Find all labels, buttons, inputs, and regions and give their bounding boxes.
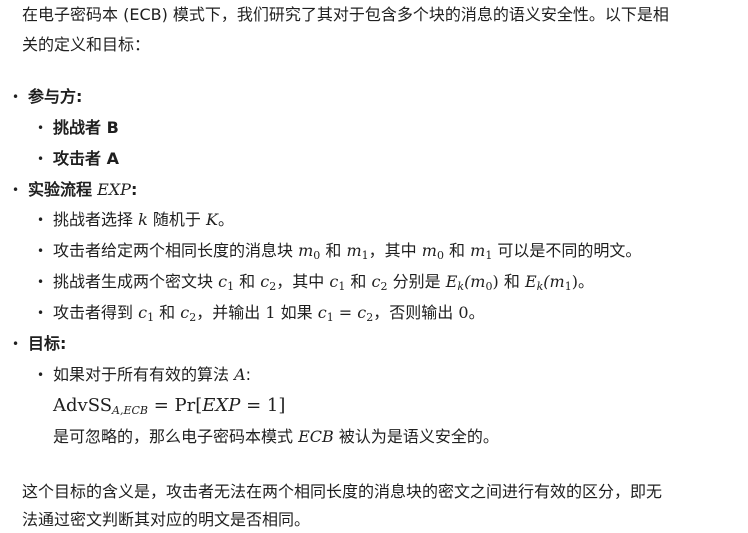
goal-heading: 目标: <box>28 334 67 353</box>
bullet-icon: • <box>37 275 45 289</box>
intro-line-2: 关的定义和目标： <box>22 35 151 54</box>
bullet-icon: • <box>37 244 45 258</box>
bullet-icon: • <box>37 121 45 135</box>
experiment-step-3: 挑战者生成两个密文块 c1 和 c2，其中 c1 和 c2 分别是 Ek(m0)… <box>53 272 594 293</box>
summary-line-1: 这个目标的含义是，攻击者无法在两个相同长度的消息块的密文之间进行有效的区分，即无 <box>22 482 663 501</box>
intro-line-1: 在电子密码本 (ECB) 模式下，我们研究了其对于包含多个块的消息的语义安全性。… <box>22 5 669 24</box>
bullet-icon: • <box>37 306 45 320</box>
participant-item: 攻击者 A <box>53 149 119 168</box>
bullet-icon: • <box>37 368 45 382</box>
experiment-step-2: 攻击者给定两个相同长度的消息块 m0 和 m1，其中 m0 和 m1 可以是不同… <box>53 241 642 262</box>
goal-conclusion: 是可忽略的，那么电子密码本模式 ECB 被认为是语义安全的。 <box>53 427 499 446</box>
goal-formula: AdvSSA,ECB = Pr[EXP = 1] <box>53 395 286 417</box>
bullet-icon: • <box>12 183 20 197</box>
participants-heading: 参与方: <box>28 87 83 106</box>
experiment-step-4: 攻击者得到 c1 和 c2，并输出 1 如果 c1 = c2，否则输出 0。 <box>53 303 485 324</box>
goal-condition: 如果对于所有有效的算法 A: <box>53 365 252 384</box>
participant-item: 挑战者 B <box>53 118 119 137</box>
bullet-icon: • <box>12 337 20 351</box>
experiment-heading: 实验流程 EXP: <box>28 180 138 199</box>
bullet-icon: • <box>37 152 45 166</box>
bullet-icon: • <box>37 213 45 227</box>
summary-line-2: 法通过密文判断其对应的明文是否相同。 <box>22 510 311 529</box>
experiment-step-1: 挑战者选择 k 随机于 K。 <box>53 210 234 229</box>
document: 在电子密码本 (ECB) 模式下，我们研究了其对于包含多个块的消息的语义安全性。… <box>0 0 748 533</box>
bullet-icon: • <box>12 90 20 104</box>
